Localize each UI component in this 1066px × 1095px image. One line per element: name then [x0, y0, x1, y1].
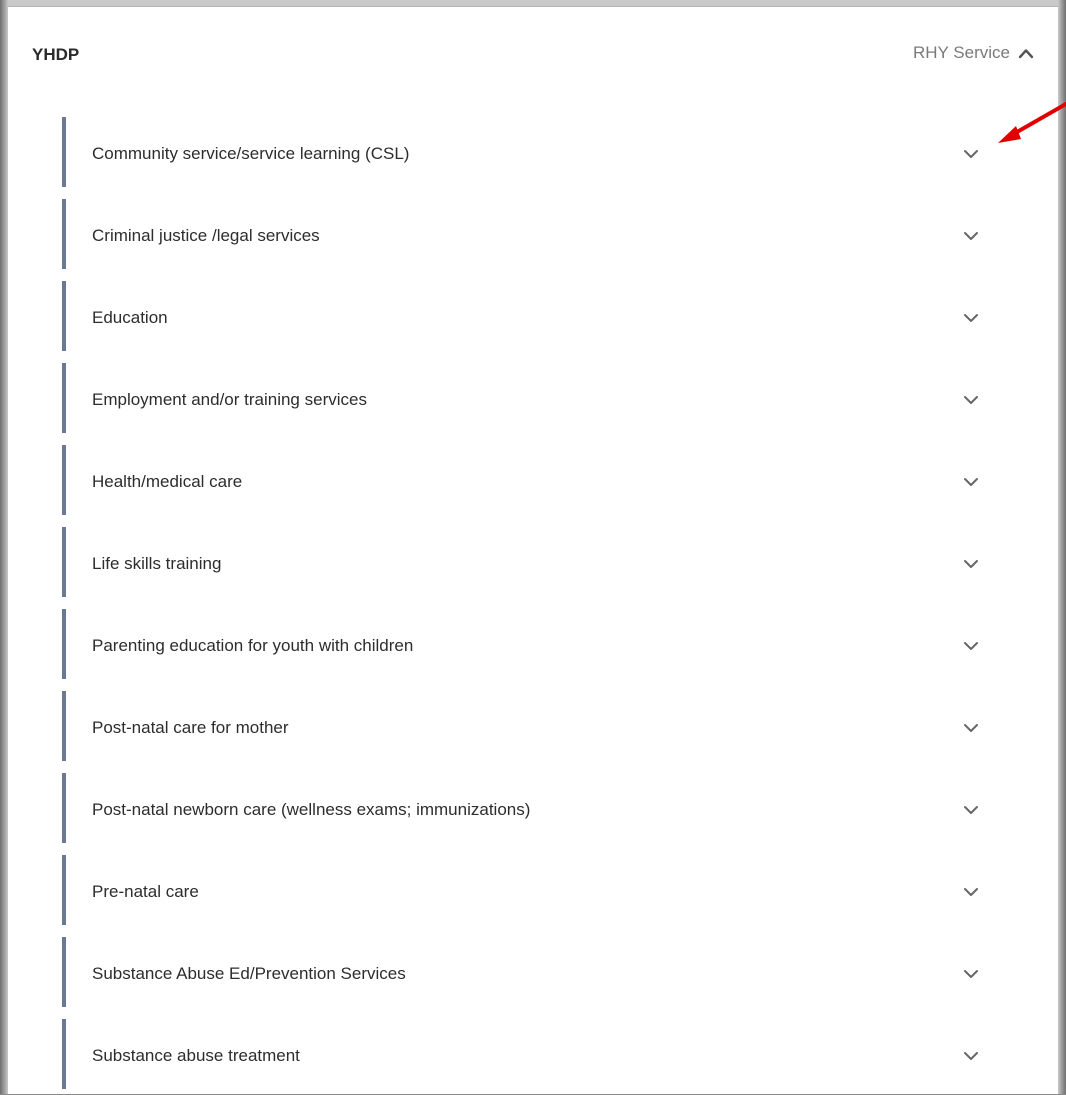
- rhy-service-panel: YHDP RHY Service Community service/servi…: [8, 6, 1058, 1094]
- service-row-label: Substance Abuse Ed/Prevention Services: [92, 964, 406, 983]
- service-row[interactable]: Parenting education for youth with child…: [62, 603, 1012, 685]
- screenshot-frame: YHDP RHY Service Community service/servi…: [0, 0, 1066, 1094]
- service-row[interactable]: Post-natal care for mother: [62, 685, 1012, 767]
- row-accent-bar: [62, 199, 66, 269]
- service-row[interactable]: Substance Abuse Ed/Prevention Services: [62, 931, 1012, 1013]
- chevron-down-icon[interactable]: [960, 639, 982, 653]
- row-accent-bar: [62, 281, 66, 351]
- service-row-label: Education: [92, 308, 168, 327]
- service-row[interactable]: Education: [62, 275, 1012, 357]
- row-accent-bar: [62, 855, 66, 925]
- service-row-label: Criminal justice /legal services: [92, 226, 320, 245]
- row-accent-bar: [62, 117, 66, 187]
- panel-header: YHDP RHY Service: [8, 7, 1058, 97]
- service-row[interactable]: Health/medical care: [62, 439, 1012, 521]
- chevron-down-icon[interactable]: [960, 311, 982, 325]
- service-row-label: Employment and/or training services: [92, 390, 367, 409]
- row-accent-bar: [62, 609, 66, 679]
- chevron-down-icon[interactable]: [960, 229, 982, 243]
- service-row-label: Parenting education for youth with child…: [92, 636, 414, 655]
- chevron-up-icon: [1018, 49, 1034, 59]
- service-row-label: Health/medical care: [92, 472, 243, 491]
- service-row[interactable]: Substance abuse treatment: [62, 1013, 1012, 1095]
- chevron-down-icon[interactable]: [960, 967, 982, 981]
- service-row[interactable]: Community service/service learning (CSL): [62, 111, 1012, 193]
- service-row-label: Community service/service learning (CSL): [92, 144, 410, 163]
- row-accent-bar: [62, 691, 66, 761]
- service-row-label: Post-natal newborn care (wellness exams;…: [92, 800, 531, 819]
- row-accent-bar: [62, 527, 66, 597]
- header-toggle-label: RHY Service: [913, 43, 1010, 62]
- row-accent-bar: [62, 1019, 66, 1089]
- row-accent-bar: [62, 363, 66, 433]
- chevron-down-icon[interactable]: [960, 147, 982, 161]
- chevron-down-icon[interactable]: [960, 721, 982, 735]
- chevron-down-icon[interactable]: [960, 557, 982, 571]
- service-row-label: Substance abuse treatment: [92, 1046, 300, 1065]
- rhy-service-collapse-toggle[interactable]: RHY Service: [913, 43, 1034, 63]
- service-row[interactable]: Post-natal newborn care (wellness exams;…: [62, 767, 1012, 849]
- service-row[interactable]: Criminal justice /legal services: [62, 193, 1012, 275]
- chevron-down-icon[interactable]: [960, 393, 982, 407]
- row-accent-bar: [62, 937, 66, 1007]
- service-row[interactable]: Life skills training: [62, 521, 1012, 603]
- service-list: Community service/service learning (CSL)…: [62, 111, 1012, 1095]
- service-row-label: Post-natal care for mother: [92, 718, 289, 737]
- panel-title: YHDP: [32, 45, 80, 64]
- row-accent-bar: [62, 445, 66, 515]
- service-row-label: Life skills training: [92, 554, 222, 573]
- chevron-down-icon[interactable]: [960, 803, 982, 817]
- service-row[interactable]: Pre-natal care: [62, 849, 1012, 931]
- chevron-down-icon[interactable]: [960, 1049, 982, 1063]
- chevron-down-icon[interactable]: [960, 475, 982, 489]
- row-accent-bar: [62, 773, 66, 843]
- chevron-down-icon[interactable]: [960, 885, 982, 899]
- service-row[interactable]: Employment and/or training services: [62, 357, 1012, 439]
- service-row-label: Pre-natal care: [92, 882, 199, 901]
